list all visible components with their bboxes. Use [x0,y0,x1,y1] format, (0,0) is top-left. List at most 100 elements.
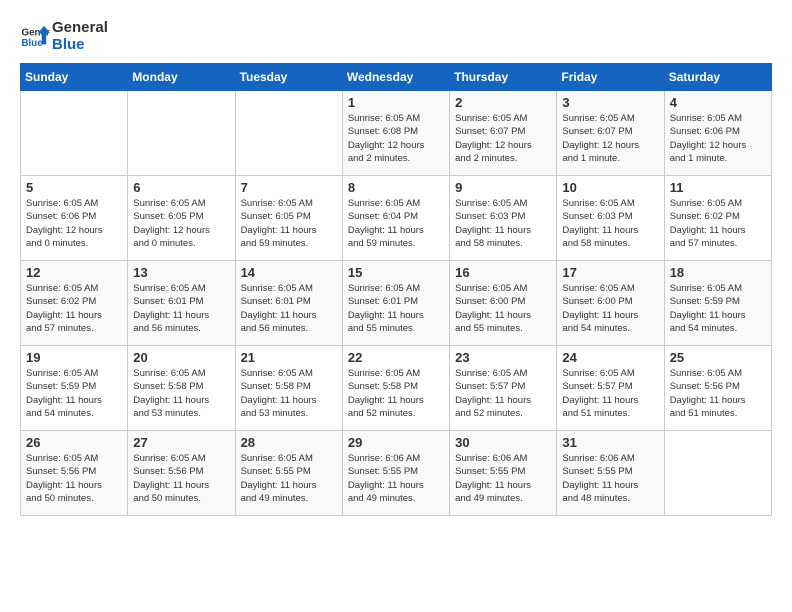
day-info: Sunrise: 6:05 AM Sunset: 6:07 PM Dayligh… [562,112,658,165]
calendar-cell: 8Sunrise: 6:05 AM Sunset: 6:04 PM Daylig… [342,176,449,261]
calendar-cell: 26 Sunrise: 6:05 AM Sunset: 5:56 PM Dayli… [21,431,128,516]
day-number: 21 [241,350,337,365]
calendar-cell: 14 Sunrise: 6:05 AM Sunset: 6:01 PM Dayli… [235,261,342,346]
day-number: 31 [562,435,658,450]
day-info: Sunrise: 6:05 AM Sunset: 6:02 PM Dayligh… [670,197,766,250]
calendar-week-3: 12 Sunrise: 6:05 AM Sunset: 6:02 PM Dayli… [21,261,772,346]
calendar-cell: 30Sunrise: 6:06 AM Sunset: 5:55 PM Dayli… [450,431,557,516]
calendar-cell: 11 Sunrise: 6:05 AM Sunset: 6:02 PM Dayli… [664,176,771,261]
day-info: Sunrise: 6:05 AM Sunset: 5:57 PM Dayligh… [455,367,551,420]
day-info: Sunrise: 6:05 AM Sunset: 6:06 PM Dayligh… [670,112,766,165]
calendar-cell: 16 Sunrise: 6:05 AM Sunset: 6:00 PM Dayli… [450,261,557,346]
calendar-cell: 25 Sunrise: 6:05 AM Sunset: 5:56 PM Dayli… [664,346,771,431]
day-number: 17 [562,265,658,280]
day-number: 27 [133,435,229,450]
day-number: 18 [670,265,766,280]
day-info: Sunrise: 6:05 AM Sunset: 5:58 PM Dayligh… [133,367,229,420]
calendar-cell: 24 Sunrise: 6:05 AM Sunset: 5:57 PM Dayli… [557,346,664,431]
calendar-cell: 27 Sunrise: 6:05 AM Sunset: 5:56 PM Dayli… [128,431,235,516]
day-number: 3 [562,95,658,110]
calendar-cell: 3 Sunrise: 6:05 AM Sunset: 6:07 PM Daylig… [557,91,664,176]
day-number: 28 [241,435,337,450]
calendar-cell: 31 Sunrise: 6:06 AM Sunset: 5:55 PM Dayli… [557,431,664,516]
day-number: 11 [670,180,766,195]
day-number: 2 [455,95,551,110]
day-info: Sunrise: 6:06 AM Sunset: 5:55 PM Dayligh… [562,452,658,505]
weekday-header-sunday: Sunday [21,64,128,91]
calendar-cell: 23 Sunrise: 6:05 AM Sunset: 5:57 PM Dayli… [450,346,557,431]
day-number: 19 [26,350,122,365]
calendar-week-5: 26 Sunrise: 6:05 AM Sunset: 5:56 PM Dayli… [21,431,772,516]
calendar-cell: 21 Sunrise: 6:05 AM Sunset: 5:58 PM Dayli… [235,346,342,431]
day-info: Sunrise: 6:05 AM Sunset: 6:01 PM Dayligh… [241,282,337,335]
day-info: Sunrise: 6:05 AM Sunset: 5:55 PM Dayligh… [241,452,337,505]
day-info: Sunrise: 6:05 AM Sunset: 5:56 PM Dayligh… [670,367,766,420]
day-info: Sunrise: 6:05 AM Sunset: 6:01 PM Dayligh… [133,282,229,335]
day-number: 16 [455,265,551,280]
day-info: Sunrise: 6:05 AM Sunset: 5:57 PM Dayligh… [562,367,658,420]
calendar-cell: 7Sunrise: 6:05 AM Sunset: 6:05 PM Daylig… [235,176,342,261]
svg-text:Blue: Blue [22,38,44,49]
day-info: Sunrise: 6:05 AM Sunset: 6:00 PM Dayligh… [455,282,551,335]
day-number: 14 [241,265,337,280]
calendar-week-1: 1Sunrise: 6:05 AM Sunset: 6:08 PM Daylig… [21,91,772,176]
logo-icon: General Blue [20,22,50,52]
calendar-cell: 19 Sunrise: 6:05 AM Sunset: 5:59 PM Dayli… [21,346,128,431]
calendar-cell: 9 Sunrise: 6:05 AM Sunset: 6:03 PM Daylig… [450,176,557,261]
day-number: 4 [670,95,766,110]
day-number: 10 [562,180,658,195]
day-info: Sunrise: 6:05 AM Sunset: 5:59 PM Dayligh… [670,282,766,335]
day-number: 5 [26,180,122,195]
day-info: Sunrise: 6:05 AM Sunset: 6:07 PM Dayligh… [455,112,551,165]
day-number: 8 [348,180,444,195]
calendar-cell [664,431,771,516]
day-number: 24 [562,350,658,365]
calendar-cell: 4 Sunrise: 6:05 AM Sunset: 6:06 PM Daylig… [664,91,771,176]
day-number: 9 [455,180,551,195]
calendar-cell: 28 Sunrise: 6:05 AM Sunset: 5:55 PM Dayli… [235,431,342,516]
calendar-cell: 2 Sunrise: 6:05 AM Sunset: 6:07 PM Daylig… [450,91,557,176]
day-info: Sunrise: 6:05 AM Sunset: 5:56 PM Dayligh… [26,452,122,505]
calendar-cell: 22Sunrise: 6:05 AM Sunset: 5:58 PM Dayli… [342,346,449,431]
calendar-cell [128,91,235,176]
calendar-cell: 5Sunrise: 6:05 AM Sunset: 6:06 PM Daylig… [21,176,128,261]
day-info: Sunrise: 6:05 AM Sunset: 5:58 PM Dayligh… [348,367,444,420]
day-info: Sunrise: 6:05 AM Sunset: 5:59 PM Dayligh… [26,367,122,420]
day-info: Sunrise: 6:06 AM Sunset: 5:55 PM Dayligh… [455,452,551,505]
page-header: General Blue General Blue [20,20,772,53]
calendar-week-2: 5Sunrise: 6:05 AM Sunset: 6:06 PM Daylig… [21,176,772,261]
day-info: Sunrise: 6:05 AM Sunset: 6:03 PM Dayligh… [455,197,551,250]
day-info: Sunrise: 6:05 AM Sunset: 6:05 PM Dayligh… [133,197,229,250]
day-number: 12 [26,265,122,280]
day-info: Sunrise: 6:06 AM Sunset: 5:55 PM Dayligh… [348,452,444,505]
day-info: Sunrise: 6:05 AM Sunset: 6:05 PM Dayligh… [241,197,337,250]
calendar-body: 1Sunrise: 6:05 AM Sunset: 6:08 PM Daylig… [21,91,772,516]
weekday-header-monday: Monday [128,64,235,91]
day-info: Sunrise: 6:05 AM Sunset: 6:00 PM Dayligh… [562,282,658,335]
day-number: 26 [26,435,122,450]
day-info: Sunrise: 6:05 AM Sunset: 6:03 PM Dayligh… [562,197,658,250]
weekday-header-wednesday: Wednesday [342,64,449,91]
calendar-cell [21,91,128,176]
day-number: 6 [133,180,229,195]
calendar-cell [235,91,342,176]
calendar-cell: 20Sunrise: 6:05 AM Sunset: 5:58 PM Dayli… [128,346,235,431]
calendar-table: SundayMondayTuesdayWednesdayThursdayFrid… [20,63,772,516]
day-info: Sunrise: 6:05 AM Sunset: 5:56 PM Dayligh… [133,452,229,505]
day-number: 15 [348,265,444,280]
logo: General Blue General Blue [20,20,108,53]
day-number: 25 [670,350,766,365]
calendar-cell: 29 Sunrise: 6:06 AM Sunset: 5:55 PM Dayli… [342,431,449,516]
day-number: 23 [455,350,551,365]
calendar-cell: 12 Sunrise: 6:05 AM Sunset: 6:02 PM Dayli… [21,261,128,346]
weekday-header-friday: Friday [557,64,664,91]
day-info: Sunrise: 6:05 AM Sunset: 6:01 PM Dayligh… [348,282,444,335]
calendar-cell: 17 Sunrise: 6:05 AM Sunset: 6:00 PM Dayli… [557,261,664,346]
day-number: 29 [348,435,444,450]
calendar-cell: 6 Sunrise: 6:05 AM Sunset: 6:05 PM Daylig… [128,176,235,261]
weekday-header-saturday: Saturday [664,64,771,91]
calendar-cell: 18 Sunrise: 6:05 AM Sunset: 5:59 PM Dayli… [664,261,771,346]
day-info: Sunrise: 6:05 AM Sunset: 5:58 PM Dayligh… [241,367,337,420]
calendar-cell: 10 Sunrise: 6:05 AM Sunset: 6:03 PM Dayli… [557,176,664,261]
day-info: Sunrise: 6:05 AM Sunset: 6:02 PM Dayligh… [26,282,122,335]
